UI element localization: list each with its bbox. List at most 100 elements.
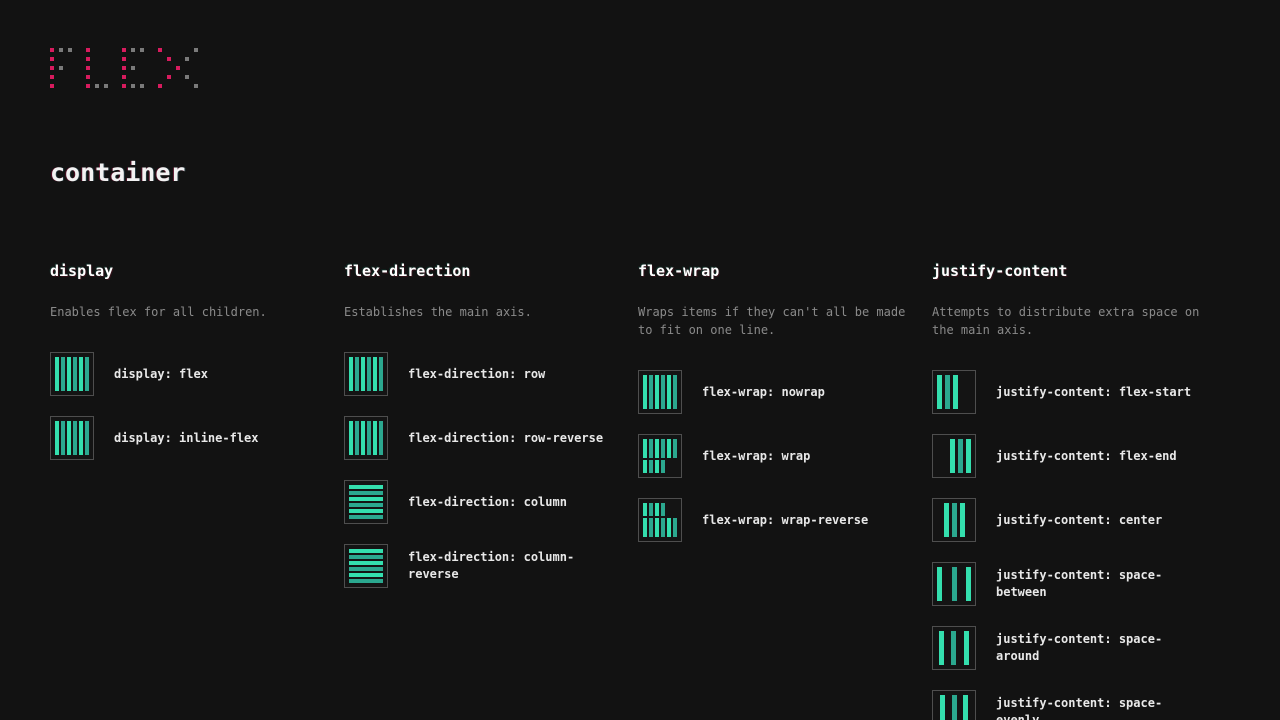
logo-dot	[104, 84, 108, 88]
option-flex-wrap-nowrap[interactable]: flex-wrap: nowrap	[638, 370, 908, 414]
item-label: flex-direction: column-reverse	[408, 550, 575, 581]
icon-bar-row	[643, 460, 677, 473]
logo-dot	[185, 57, 189, 61]
logo-dot	[68, 75, 72, 79]
option-flex-direction-row-reverse[interactable]: flex-direction: row-reverse	[344, 416, 614, 460]
option-flex-wrap-wrap-reverse[interactable]: flex-wrap: wrap-reverse	[638, 498, 908, 542]
horizontal-bars-icon	[344, 544, 388, 588]
vertical-bars-icon	[638, 370, 682, 414]
logo-dot	[95, 84, 99, 88]
logo-dot	[104, 75, 108, 79]
flexbox-cheatsheet-page: container display Enables flex for all c…	[0, 0, 1280, 720]
logo-letter-l	[86, 48, 108, 88]
logo-dot	[176, 48, 180, 52]
option-display-inline-flex[interactable]: display: inline-flex	[50, 416, 320, 460]
option-flex-direction-column[interactable]: flex-direction: column	[344, 480, 614, 524]
icon-bar-row	[643, 518, 677, 537]
logo-dot	[167, 57, 171, 61]
column-items: display: flex display: inline-flex	[50, 352, 320, 460]
item-label: justify-content: flex-end	[996, 448, 1177, 463]
logo-dot	[122, 75, 126, 79]
logo-dot	[167, 48, 171, 52]
logo-dot	[131, 66, 135, 70]
option-justify-content-center[interactable]: justify-content: center	[932, 498, 1202, 542]
logo-dot	[59, 66, 63, 70]
logo-dot	[86, 66, 90, 70]
column-items: flex-direction: row flex-direction: row-…	[344, 352, 614, 588]
column-description: Establishes the main axis.	[344, 305, 532, 319]
item-label: justify-content: flex-start	[996, 384, 1192, 399]
wrap-rows-icon	[638, 434, 682, 478]
option-display-flex[interactable]: display: flex	[50, 352, 320, 396]
justify-flex-start-icon	[932, 370, 976, 414]
logo-dot	[59, 48, 63, 52]
column-description: Enables flex for all children.	[50, 305, 267, 319]
icon-bar-row	[643, 439, 677, 458]
option-justify-content-space-around[interactable]: justify-content: space-around	[932, 626, 1202, 670]
logo-letter-e	[122, 48, 144, 88]
flex-logo	[50, 48, 1230, 88]
vertical-bars-icon	[50, 352, 94, 396]
logo-dot	[140, 66, 144, 70]
logo-dot	[50, 75, 54, 79]
logo-dot	[59, 75, 63, 79]
justify-space-around-icon	[932, 626, 976, 670]
logo-dot	[140, 75, 144, 79]
logo-dot	[158, 66, 162, 70]
option-flex-direction-row[interactable]: flex-direction: row	[344, 352, 614, 396]
item-label: flex-wrap: wrap-reverse	[702, 512, 869, 527]
logo-dot	[122, 57, 126, 61]
column-items: justify-content: flex-start justify-cont…	[932, 370, 1202, 720]
logo-dot	[68, 48, 72, 52]
logo-dot	[59, 57, 63, 61]
option-justify-content-space-evenly[interactable]: justify-content: space-evenly	[932, 690, 1202, 720]
logo-dot	[50, 66, 54, 70]
logo-dot	[158, 75, 162, 79]
logo-dot	[104, 57, 108, 61]
logo-dot	[194, 48, 198, 52]
logo-dot	[176, 57, 180, 61]
logo-dot	[50, 84, 54, 88]
logo-dot	[140, 48, 144, 52]
logo-dot	[194, 75, 198, 79]
option-justify-content-flex-start[interactable]: justify-content: flex-start	[932, 370, 1202, 414]
logo-dot	[176, 66, 180, 70]
logo-dot	[50, 57, 54, 61]
column-justify-content: justify-content Attempts to distribute e…	[932, 262, 1202, 720]
item-label: flex-direction: row-reverse	[408, 430, 604, 445]
option-justify-content-flex-end[interactable]: justify-content: flex-end	[932, 434, 1202, 478]
wrap-reverse-rows-icon	[638, 498, 682, 542]
logo-letter-x	[158, 48, 198, 88]
logo-dot	[131, 57, 135, 61]
logo-dot	[68, 84, 72, 88]
item-label: justify-content: center	[996, 512, 1163, 527]
justify-space-evenly-icon	[932, 690, 976, 720]
logo-dot	[86, 57, 90, 61]
item-label: flex-direction: row	[408, 366, 546, 381]
logo-dot	[122, 66, 126, 70]
logo-dot	[167, 75, 171, 79]
properties-grid: display Enables flex for all children. d…	[50, 262, 1230, 720]
column-flex-wrap: flex-wrap Wraps items if they can't all …	[638, 262, 908, 720]
vertical-bars-icon	[344, 352, 388, 396]
logo-dot	[131, 75, 135, 79]
column-flex-direction: flex-direction Establishes the main axis…	[344, 262, 614, 720]
icon-bar-row	[643, 503, 677, 516]
logo-dot	[86, 75, 90, 79]
column-items: flex-wrap: nowrap flex-wrap: wrap flex-w…	[638, 370, 908, 542]
logo-dot	[176, 75, 180, 79]
logo-dot	[104, 48, 108, 52]
option-flex-direction-column-reverse[interactable]: flex-direction: column-reverse	[344, 544, 614, 588]
item-label: justify-content: space-between	[996, 568, 1163, 599]
item-label: flex-wrap: wrap	[702, 448, 811, 463]
option-flex-wrap-wrap[interactable]: flex-wrap: wrap	[638, 434, 908, 478]
column-description: Attempts to distribute extra space on th…	[932, 305, 1200, 337]
logo-dot	[95, 57, 99, 61]
vertical-bars-icon	[344, 416, 388, 460]
option-justify-content-space-between[interactable]: justify-content: space-between	[932, 562, 1202, 606]
logo-dot	[95, 75, 99, 79]
item-label: justify-content: space-evenly	[996, 696, 1163, 720]
page-title: container	[50, 158, 186, 187]
column-header-justify-content: justify-content	[932, 262, 1068, 280]
logo-dot	[194, 84, 198, 88]
